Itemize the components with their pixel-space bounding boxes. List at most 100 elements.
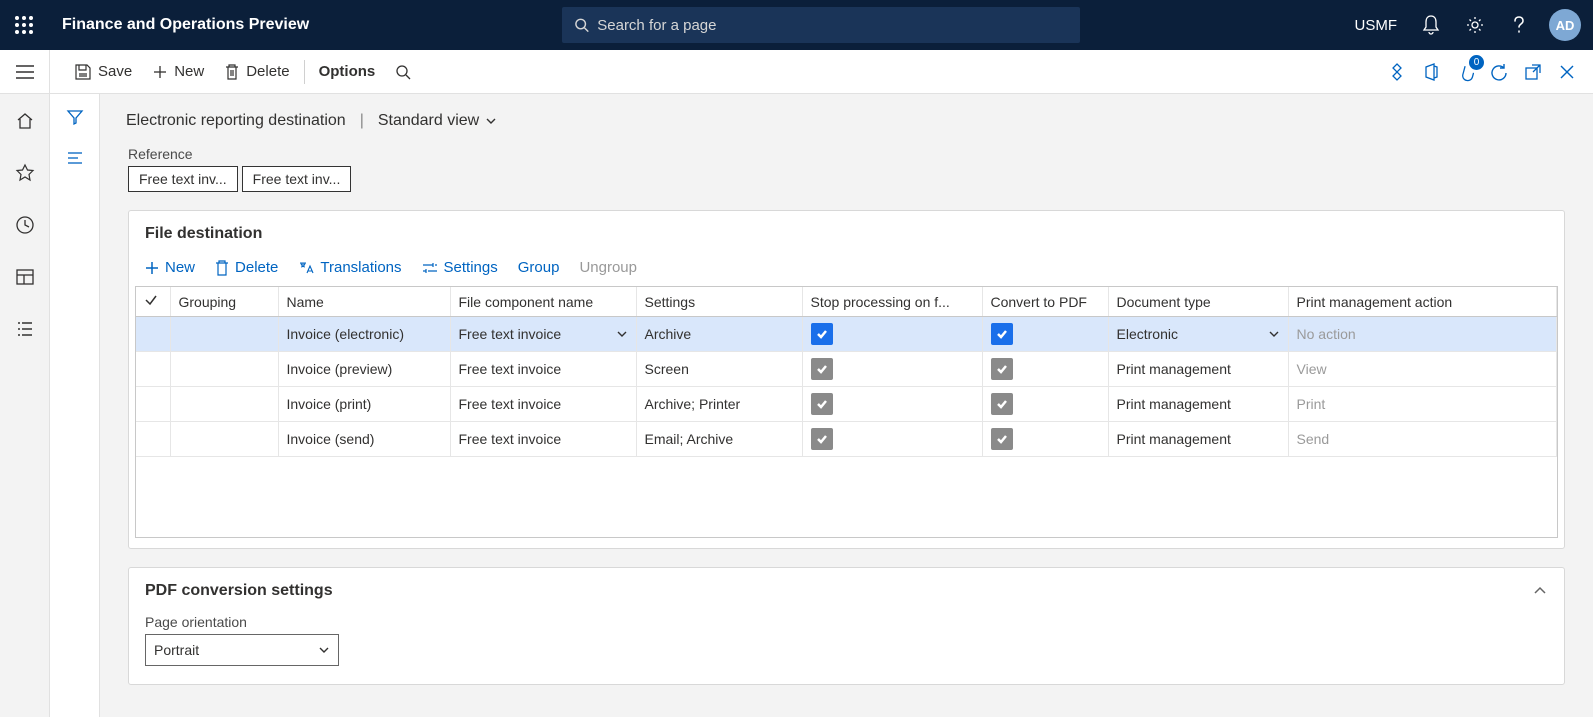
view-selector[interactable]: Standard view bbox=[378, 112, 497, 130]
cell-settings[interactable]: Archive; Printer bbox=[636, 387, 802, 422]
sliders-icon bbox=[422, 261, 438, 275]
cell-stop[interactable] bbox=[802, 317, 982, 352]
cell-component[interactable]: Free text invoice bbox=[450, 352, 636, 387]
recent-icon[interactable] bbox=[12, 212, 38, 238]
reference-tag[interactable]: Free text inv... bbox=[128, 166, 238, 192]
cell-name[interactable]: Invoice (print) bbox=[278, 387, 450, 422]
table-row[interactable]: Invoice (electronic)Free text invoiceArc… bbox=[136, 317, 1557, 352]
cell-convert[interactable] bbox=[982, 352, 1108, 387]
grid-group-button[interactable]: Group bbox=[518, 259, 560, 276]
checkbox[interactable] bbox=[811, 428, 833, 450]
col-component[interactable]: File component name bbox=[450, 287, 636, 317]
workspaces-icon[interactable] bbox=[12, 264, 38, 290]
new-button[interactable]: New bbox=[142, 50, 214, 93]
cell-name[interactable]: Invoice (preview) bbox=[278, 352, 450, 387]
cell-name[interactable]: Invoice (send) bbox=[278, 422, 450, 457]
cell-stop[interactable] bbox=[802, 387, 982, 422]
checkbox[interactable] bbox=[991, 358, 1013, 380]
cell-stop[interactable] bbox=[802, 422, 982, 457]
file-destination-title: File destination bbox=[129, 211, 1564, 253]
gear-icon[interactable] bbox=[1455, 5, 1495, 45]
grid-toolbar: New Delete Translations Settings Group U… bbox=[129, 253, 1564, 286]
cell-doctype[interactable]: Print management bbox=[1108, 422, 1288, 457]
cell-pmaction[interactable]: No action bbox=[1288, 317, 1557, 352]
cell-settings[interactable]: Screen bbox=[636, 352, 802, 387]
page-orientation-dropdown[interactable]: Portrait bbox=[145, 634, 339, 666]
office-icon[interactable] bbox=[1419, 60, 1443, 84]
reference-tag[interactable]: Free text inv... bbox=[242, 166, 352, 192]
cell-doctype[interactable]: Print management bbox=[1108, 352, 1288, 387]
app-title: Finance and Operations Preview bbox=[62, 16, 309, 34]
cell-settings[interactable]: Email; Archive bbox=[636, 422, 802, 457]
checkbox[interactable] bbox=[991, 323, 1013, 345]
filter-icon[interactable] bbox=[66, 108, 84, 129]
cell-component[interactable]: Free text invoice bbox=[450, 317, 636, 352]
favorites-icon[interactable] bbox=[12, 160, 38, 186]
modules-icon[interactable] bbox=[12, 316, 38, 342]
nav-toggle-icon[interactable] bbox=[0, 50, 50, 94]
legal-entity[interactable]: USMF bbox=[1355, 17, 1398, 34]
col-stop[interactable]: Stop processing on f... bbox=[802, 287, 982, 317]
file-destination-grid[interactable]: Grouping Name File component name Settin… bbox=[136, 287, 1557, 457]
action-search-button[interactable] bbox=[385, 50, 421, 93]
grid-settings-button[interactable]: Settings bbox=[422, 259, 498, 276]
cell-settings[interactable]: Archive bbox=[636, 317, 802, 352]
page-orientation-label: Page orientation bbox=[145, 614, 1548, 630]
cell-convert[interactable] bbox=[982, 387, 1108, 422]
grid-ungroup-button: Ungroup bbox=[579, 259, 637, 276]
col-pmaction[interactable]: Print management action bbox=[1288, 287, 1557, 317]
cell-pmaction[interactable]: View bbox=[1288, 352, 1557, 387]
reference-tags: Free text inv... Free text inv... bbox=[128, 166, 1565, 192]
related-info-icon[interactable] bbox=[66, 151, 84, 168]
attachment-count-badge: 0 bbox=[1469, 55, 1484, 70]
checkbox[interactable] bbox=[991, 428, 1013, 450]
global-search[interactable] bbox=[562, 7, 1080, 43]
cell-name[interactable]: Invoice (electronic) bbox=[278, 317, 450, 352]
checkbox[interactable] bbox=[811, 323, 833, 345]
cell-component[interactable]: Free text invoice bbox=[450, 422, 636, 457]
file-destination-card: File destination New Delete Translations… bbox=[128, 210, 1565, 549]
col-grouping[interactable]: Grouping bbox=[170, 287, 278, 317]
cell-pmaction[interactable]: Print bbox=[1288, 387, 1557, 422]
notification-icon[interactable] bbox=[1411, 5, 1451, 45]
refresh-icon[interactable] bbox=[1487, 60, 1511, 84]
attachments-button[interactable]: 0 bbox=[1453, 60, 1477, 84]
cell-convert[interactable] bbox=[982, 317, 1108, 352]
search-input[interactable] bbox=[597, 17, 1068, 34]
app-launcher-icon[interactable] bbox=[8, 9, 40, 41]
checkbox[interactable] bbox=[811, 358, 833, 380]
form-side-strip bbox=[50, 94, 100, 717]
page-title: Electronic reporting destination bbox=[126, 112, 346, 130]
grid-new-button[interactable]: New bbox=[145, 259, 195, 276]
table-row[interactable]: Invoice (print)Free text invoiceArchive;… bbox=[136, 387, 1557, 422]
dataverse-icon[interactable] bbox=[1385, 60, 1409, 84]
home-icon[interactable] bbox=[12, 108, 38, 134]
popout-icon[interactable] bbox=[1521, 60, 1545, 84]
col-doctype[interactable]: Document type bbox=[1108, 287, 1288, 317]
save-button[interactable]: Save bbox=[64, 50, 142, 93]
cell-doctype[interactable]: Electronic bbox=[1108, 317, 1288, 352]
avatar[interactable]: AD bbox=[1549, 9, 1581, 41]
chevron-up-icon[interactable] bbox=[1532, 583, 1548, 599]
table-row[interactable]: Invoice (preview)Free text invoiceScreen… bbox=[136, 352, 1557, 387]
grid-delete-button[interactable]: Delete bbox=[215, 259, 278, 276]
col-settings[interactable]: Settings bbox=[636, 287, 802, 317]
translate-icon bbox=[298, 261, 314, 275]
checkbox[interactable] bbox=[811, 393, 833, 415]
options-button[interactable]: Options bbox=[309, 50, 386, 93]
col-select[interactable] bbox=[136, 287, 170, 317]
cell-pmaction[interactable]: Send bbox=[1288, 422, 1557, 457]
help-icon[interactable] bbox=[1499, 5, 1539, 45]
grid-translations-button[interactable]: Translations bbox=[298, 259, 401, 276]
cell-stop[interactable] bbox=[802, 352, 982, 387]
cell-convert[interactable] bbox=[982, 422, 1108, 457]
close-icon[interactable] bbox=[1555, 60, 1579, 84]
cell-doctype[interactable]: Print management bbox=[1108, 387, 1288, 422]
chevron-down-icon bbox=[485, 115, 497, 127]
delete-button[interactable]: Delete bbox=[214, 50, 299, 93]
cell-component[interactable]: Free text invoice bbox=[450, 387, 636, 422]
col-name[interactable]: Name bbox=[278, 287, 450, 317]
checkbox[interactable] bbox=[991, 393, 1013, 415]
table-row[interactable]: Invoice (send)Free text invoiceEmail; Ar… bbox=[136, 422, 1557, 457]
col-convert[interactable]: Convert to PDF bbox=[982, 287, 1108, 317]
